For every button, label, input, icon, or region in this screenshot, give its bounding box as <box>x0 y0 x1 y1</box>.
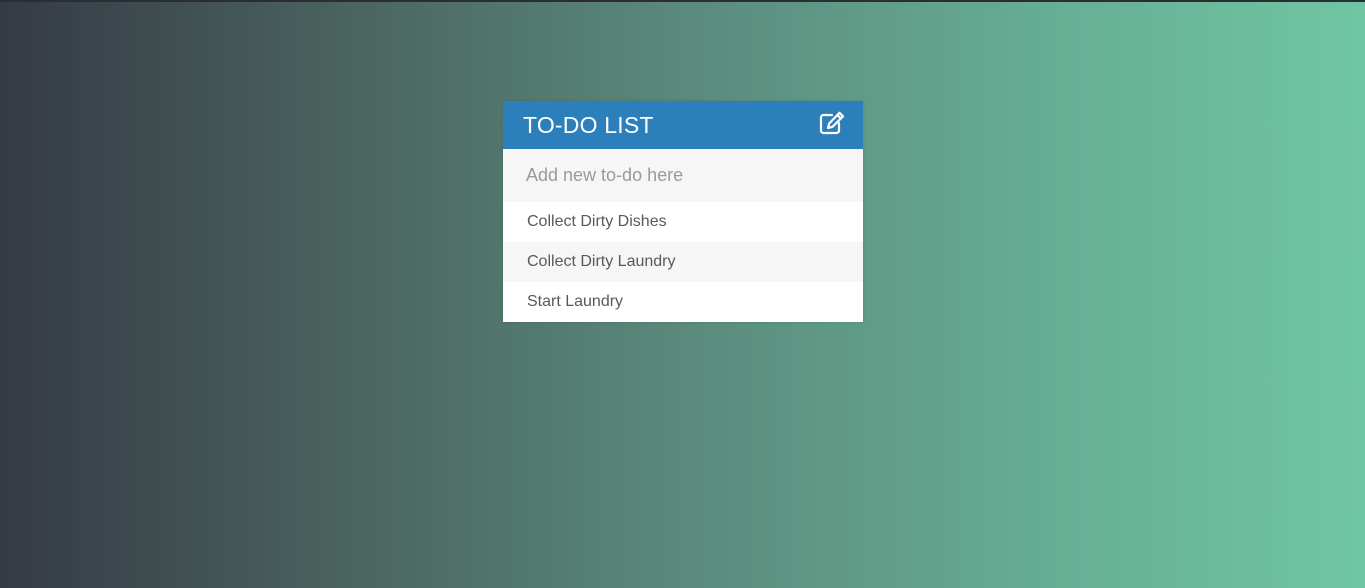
todo-title: TO-DO LIST <box>523 112 654 138</box>
todo-item[interactable]: Collect Dirty Dishes <box>503 202 863 242</box>
todo-item[interactable]: Start Laundry <box>503 282 863 322</box>
window-top-border <box>0 0 1365 2</box>
new-todo-input[interactable] <box>503 149 863 202</box>
edit-icon[interactable] <box>819 111 845 135</box>
todo-item[interactable]: Collect Dirty Laundry <box>503 242 863 282</box>
todo-header: TO-DO LIST <box>503 101 863 149</box>
todo-card: TO-DO LIST Collect Dirty Dishes Collect … <box>503 101 863 322</box>
todo-list: Collect Dirty Dishes Collect Dirty Laund… <box>503 202 863 322</box>
